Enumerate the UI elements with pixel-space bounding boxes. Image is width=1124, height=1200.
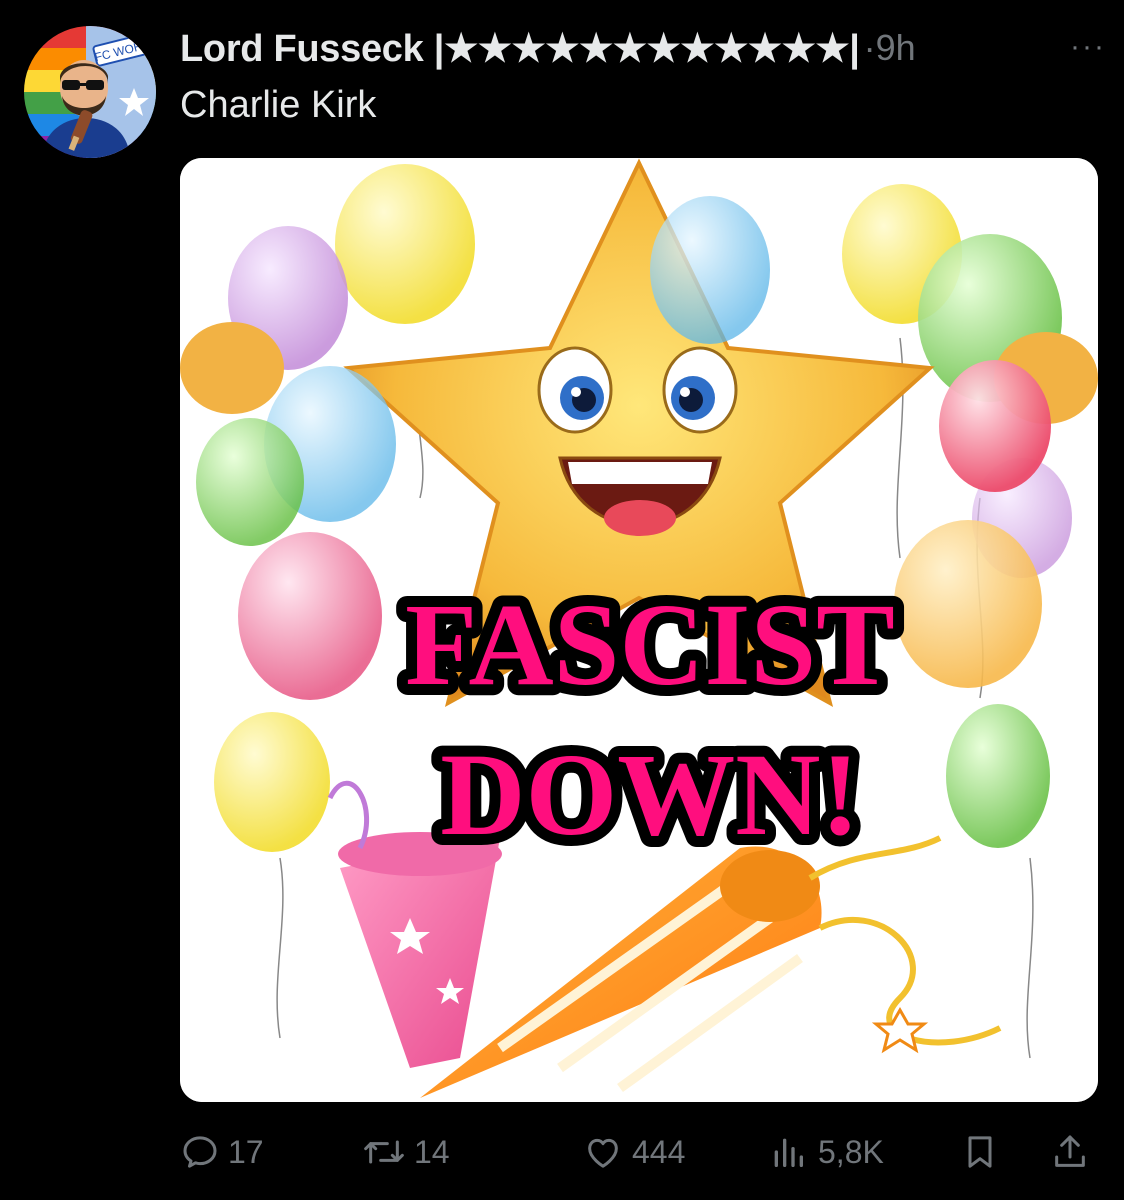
- repost-count: 14: [414, 1133, 450, 1170]
- post-media[interactable]: FASCIST FASCIST DOWN! DOWN!: [180, 158, 1098, 1102]
- views-button[interactable]: 5,8K: [766, 1124, 884, 1180]
- like-count: 444: [632, 1133, 686, 1170]
- avatar-image: FC WOHL: [24, 26, 156, 158]
- display-name[interactable]: Lord Fusseck |★★★★★★★★★★★★|: [180, 26, 860, 71]
- timestamp[interactable]: 9h: [876, 27, 916, 69]
- share-icon: [1055, 1135, 1085, 1167]
- like-button[interactable]: 444: [582, 1124, 685, 1180]
- repost-button[interactable]: 14: [362, 1124, 450, 1180]
- caption-line2: DOWN!: [440, 729, 860, 860]
- header-separator: ·: [863, 27, 876, 68]
- caption-line1: FASCIST: [405, 579, 895, 710]
- bookmark-icon: [968, 1136, 992, 1168]
- views-icon: [774, 1138, 803, 1167]
- share-button[interactable]: [1050, 1124, 1098, 1180]
- bookmark-button[interactable]: [960, 1124, 1008, 1180]
- post-header: Lord Fusseck |★★★★★★★★★★★★| · 9h: [180, 24, 1104, 72]
- post-actions: 17 14 444 5,8K: [180, 1124, 1100, 1180]
- reply-count: 17: [228, 1133, 264, 1170]
- avatar[interactable]: FC WOHL: [24, 26, 156, 158]
- heart-icon: [588, 1138, 618, 1168]
- reply-button[interactable]: 17: [180, 1124, 264, 1180]
- media-illustration: FASCIST FASCIST DOWN! DOWN!: [180, 158, 1098, 1102]
- repost-icon: [364, 1140, 404, 1164]
- post-text: Charlie Kirk: [180, 84, 377, 126]
- more-options-icon[interactable]: ···: [1070, 30, 1106, 64]
- reply-icon: [183, 1136, 217, 1168]
- view-count: 5,8K: [818, 1133, 884, 1170]
